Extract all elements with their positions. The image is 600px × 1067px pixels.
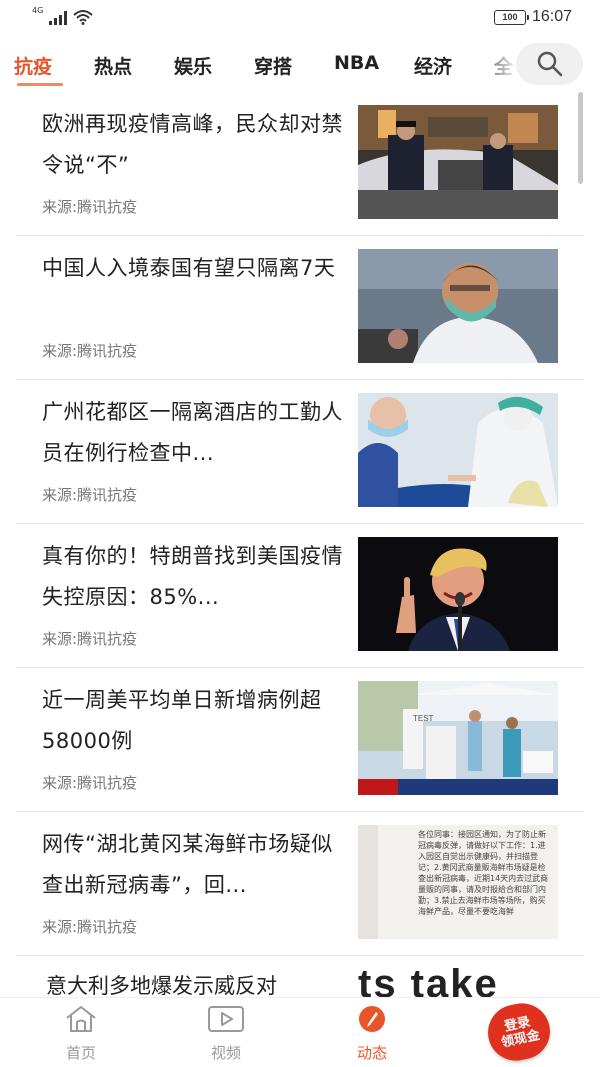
- news-source: 来源:腾讯抗疫: [42, 342, 138, 360]
- news-source: 来源:腾讯抗疫: [42, 486, 138, 504]
- nav-video-label: 视频: [210, 1044, 241, 1062]
- news-thumbnail-police[interactable]: [358, 105, 558, 219]
- news-title[interactable]: 意大利多地爆发示威反对: [46, 970, 277, 997]
- news-thumbnail-partial[interactable]: ts take: [358, 962, 558, 997]
- news-source: 来源:腾讯抗疫: [42, 774, 138, 792]
- battery-icon: 100: [493, 9, 529, 25]
- news-thumbnail-notice[interactable]: 各位同事：接园区通知，为了防止新冠病毒反弹，请做好以下工作：1.进入园区自觉出示…: [358, 825, 558, 939]
- news-feed[interactable]: 欧洲再现疫情高峰，民众却对禁令说“不” 来源:腾讯抗疫 中国人入境泰国有望只隔离…: [0, 92, 600, 997]
- battery-level: 100: [502, 12, 518, 22]
- video-icon: [208, 1006, 244, 1032]
- tab-yule[interactable]: 娱乐: [174, 52, 212, 79]
- news-item[interactable]: 真有你的！特朗普找到美国疫情失控原因：85%... 来源:腾讯抗疫: [16, 524, 584, 668]
- tabs-fade: [470, 40, 520, 90]
- news-title[interactable]: 近一周美平均单日新增病例超58000例: [42, 680, 347, 762]
- news-thumbnail-trump[interactable]: [358, 537, 558, 651]
- feed-icon: [359, 1006, 385, 1032]
- thumb-notice-text: 各位同事：接园区通知，为了防止新冠病毒反弹，请做好以下工作：1.进入园区自觉出示…: [418, 830, 549, 916]
- news-item[interactable]: 网传“湖北黄冈某海鲜市场疑似查出新冠病毒”，回... 来源:腾讯抗疫 各位同事：…: [16, 812, 584, 956]
- news-title[interactable]: 真有你的！特朗普找到美国疫情失控原因：85%...: [42, 536, 347, 618]
- tab-kangyi[interactable]: 抗疫: [14, 52, 52, 79]
- bottom-nav: 首页 视频 动态 登录 领现金: [0, 997, 600, 1067]
- news-thumbnail-testing-tent[interactable]: TEST: [358, 681, 558, 795]
- nav-home-label: 首页: [65, 1044, 96, 1062]
- home-icon: [66, 1006, 96, 1032]
- thumb-banner-text: TEST: [413, 714, 434, 723]
- search-button[interactable]: [516, 43, 583, 85]
- news-title[interactable]: 广州花都区一隔离酒店的工勤人员在例行检查中...: [42, 392, 347, 474]
- login-reward-button[interactable]: 登录 领现金: [482, 998, 556, 1066]
- wifi-icon: [73, 10, 93, 25]
- news-thumbnail-mask-man[interactable]: [358, 249, 558, 363]
- clock: 16:07: [531, 8, 572, 25]
- signal-icon: [49, 11, 68, 25]
- active-tab-indicator: [17, 83, 63, 86]
- nav-feed-label: 动态: [356, 1044, 387, 1062]
- news-item[interactable]: 中国人入境泰国有望只隔离7天 来源:腾讯抗疫: [16, 236, 584, 380]
- news-item[interactable]: 近一周美平均单日新增病例超58000例 来源:腾讯抗疫 TEST: [16, 668, 584, 812]
- news-item[interactable]: 广州花都区一隔离酒店的工勤人员在例行检查中... 来源:腾讯抗疫: [16, 380, 584, 524]
- news-title[interactable]: 中国人入境泰国有望只隔离7天: [42, 248, 347, 289]
- thumb-partial-text: ts take: [358, 962, 499, 997]
- news-thumbnail-testing[interactable]: [358, 393, 558, 507]
- tab-redian[interactable]: 热点: [94, 52, 132, 79]
- nav-feed[interactable]: 动态: [337, 1004, 407, 1063]
- news-title[interactable]: 欧洲再现疫情高峰，民众却对禁令说“不”: [42, 104, 347, 186]
- feed-scrollbar[interactable]: [578, 92, 583, 184]
- tab-chuanda[interactable]: 穿搭: [254, 52, 292, 79]
- status-bar: 4G 100 16:07: [0, 0, 600, 38]
- news-item[interactable]: 欧洲再现疫情高峰，民众却对禁令说“不” 来源:腾讯抗疫: [16, 92, 584, 236]
- search-icon: [537, 51, 562, 77]
- news-source: 来源:腾讯抗疫: [42, 918, 138, 936]
- category-tabs: 抗疫 热点 娱乐 穿搭 NBA 经济 全: [0, 40, 600, 90]
- tab-nba[interactable]: NBA: [334, 52, 379, 74]
- network-type: 4G: [32, 6, 44, 15]
- nav-video[interactable]: 视频: [191, 1004, 261, 1063]
- news-source: 来源:腾讯抗疫: [42, 630, 138, 648]
- news-source: 来源:腾讯抗疫: [42, 198, 138, 216]
- news-title[interactable]: 网传“湖北黄冈某海鲜市场疑似查出新冠病毒”，回...: [42, 824, 347, 906]
- tab-jingji[interactable]: 经济: [414, 52, 452, 79]
- nav-home[interactable]: 首页: [46, 1004, 116, 1063]
- news-item-partial[interactable]: 意大利多地爆发示威反对 ts take: [16, 956, 584, 997]
